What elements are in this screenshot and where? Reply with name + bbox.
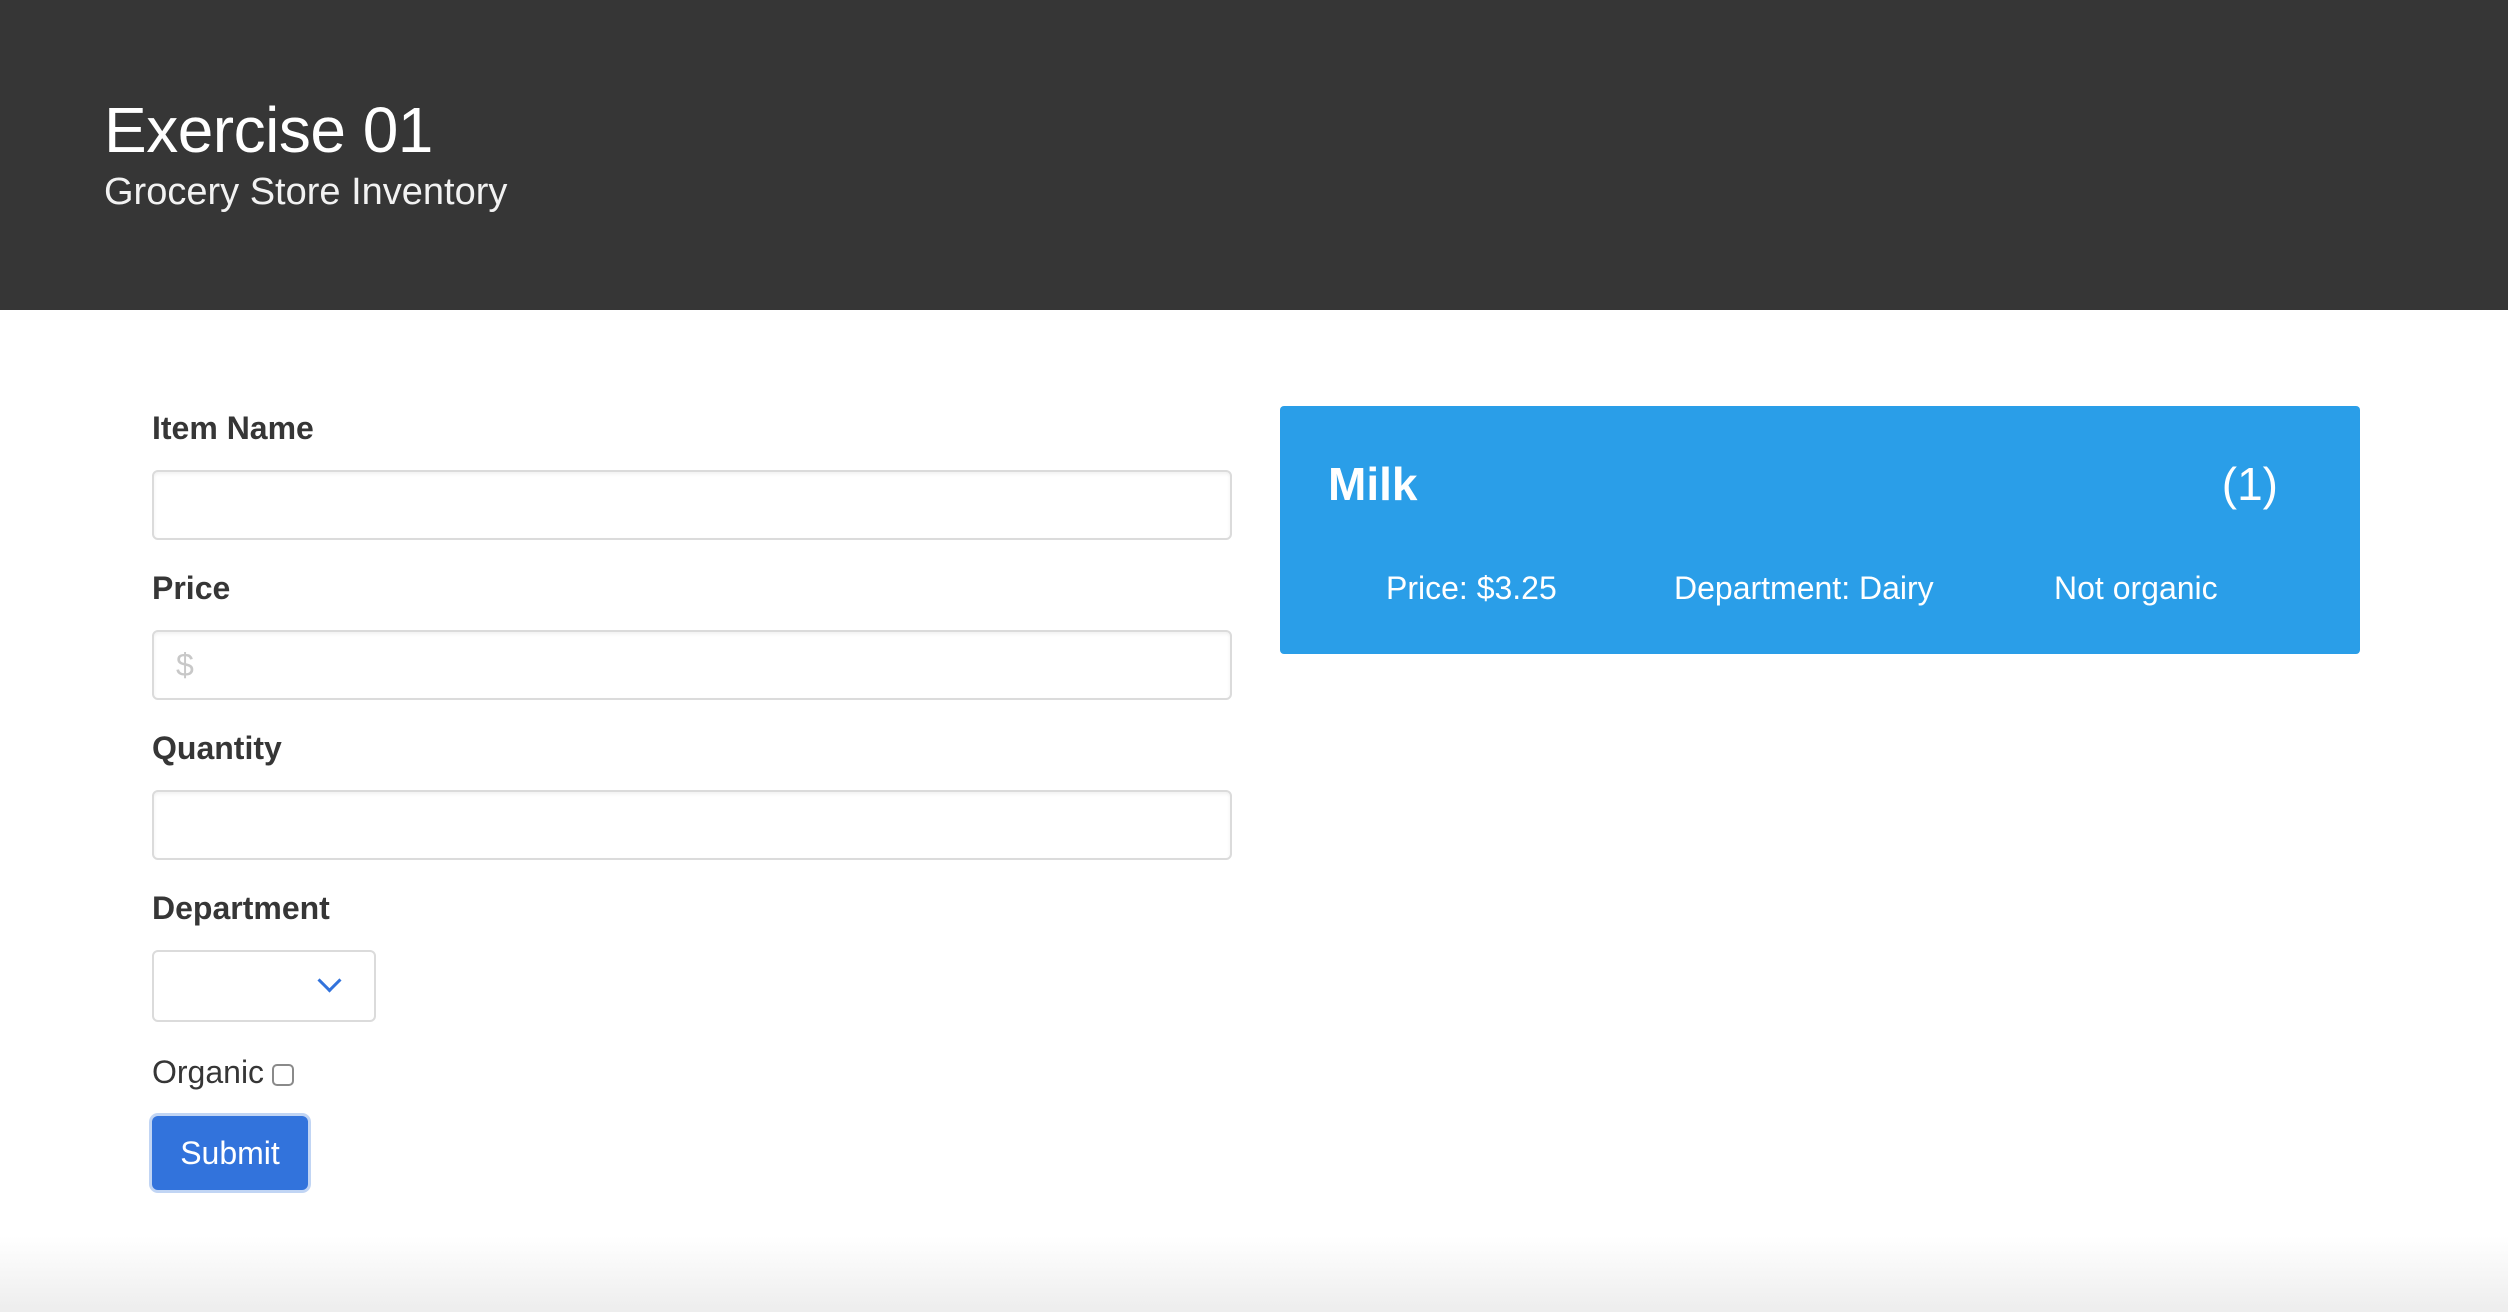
- department-select[interactable]: [154, 952, 374, 1020]
- item-name-label: Item Name: [152, 410, 314, 446]
- item-name-input[interactable]: [152, 470, 1232, 540]
- page-subtitle: Grocery Store Inventory: [104, 171, 508, 213]
- organic-field: Organic: [152, 1050, 295, 1094]
- organic-label: Organic: [152, 1053, 265, 1090]
- hero-banner: Exercise 01 Grocery Store Inventory: [0, 0, 2508, 310]
- price-input[interactable]: [152, 630, 1232, 700]
- price-label: Price: [152, 570, 231, 606]
- item-organic-status: Not organic: [2054, 570, 2218, 606]
- item-quantity: (1): [2221, 458, 2278, 510]
- department-label: Department: [152, 890, 330, 926]
- item-card: Milk (1) Price: $3.25 Department: Dairy …: [1280, 406, 2360, 654]
- submit-button[interactable]: Submit: [152, 1116, 308, 1190]
- quantity-label: Quantity: [152, 730, 282, 766]
- page-title: Exercise 01: [104, 94, 433, 166]
- item-price: Price: $3.25: [1386, 570, 1557, 606]
- quantity-input[interactable]: [152, 790, 1232, 860]
- item-department: Department: Dairy: [1674, 570, 1934, 606]
- page-bottom-shadow: [0, 1236, 2508, 1312]
- item-name: Milk: [1328, 458, 1418, 510]
- organic-checkbox[interactable]: [272, 1064, 295, 1086]
- department-select-wrapper[interactable]: [152, 950, 376, 1022]
